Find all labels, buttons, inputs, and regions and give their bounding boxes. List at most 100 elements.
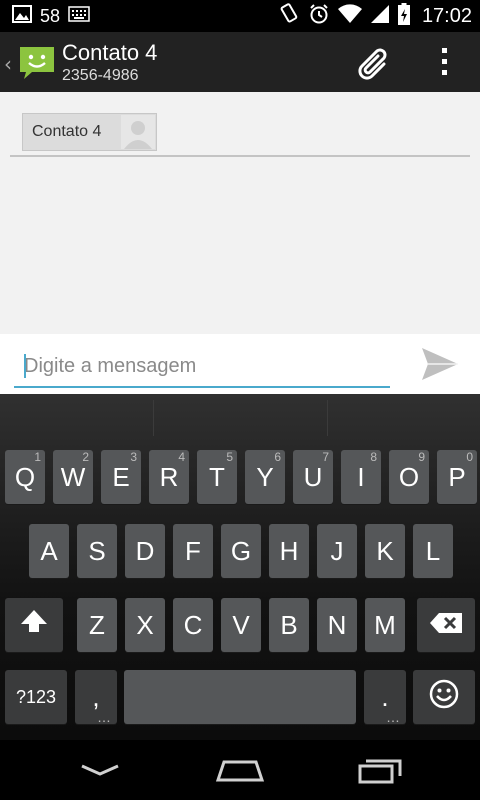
send-icon[interactable] [420, 346, 460, 382]
key-f[interactable]: F [173, 524, 213, 578]
period-key-sub: … [386, 709, 400, 725]
key-label: E [112, 461, 130, 492]
key-c[interactable]: C [173, 598, 213, 652]
conversation-title: Contato 4 [62, 40, 158, 65]
key-label: H [279, 535, 299, 566]
key-hint: 7 [322, 450, 329, 464]
suggestion-divider [153, 400, 154, 436]
contact-photo-icon [121, 115, 155, 149]
key-hint: 4 [178, 450, 185, 464]
shift-icon [19, 607, 49, 644]
key-o[interactable]: O9 [389, 450, 429, 504]
wifi-icon [337, 4, 362, 28]
nav-home-icon[interactable] [210, 754, 270, 786]
shift-key[interactable] [5, 598, 63, 652]
recipients-underline [10, 155, 470, 157]
key-b[interactable]: B [269, 598, 309, 652]
status-time: 17:02 [421, 4, 472, 27]
battery-icon [397, 3, 410, 29]
key-a[interactable]: A [29, 524, 69, 578]
key-d[interactable]: D [125, 524, 165, 578]
key-s[interactable]: S [77, 524, 117, 578]
key-hint: 5 [226, 450, 233, 464]
comma-key-label: , [92, 681, 100, 712]
symbols-key[interactable]: ?123 [5, 670, 67, 724]
up-chevron-icon[interactable]: ‹ [4, 52, 12, 76]
key-hint: 1 [34, 450, 41, 464]
recipient-chip-label: Contato 4 [32, 123, 102, 140]
action-bar: ‹ Contato 4 2356-4986 [0, 32, 480, 92]
key-label: B [280, 609, 298, 640]
key-n[interactable]: N [317, 598, 357, 652]
navigation-bar [0, 740, 480, 800]
key-label: G [230, 535, 252, 566]
conversation-phone: 2356-4986 [62, 67, 139, 84]
backspace-icon [429, 610, 463, 641]
key-hint: 0 [466, 450, 473, 464]
key-e[interactable]: E3 [101, 450, 141, 504]
key-label: D [135, 535, 155, 566]
compose-bar [0, 334, 480, 394]
key-i[interactable]: I8 [341, 450, 381, 504]
comma-key-sub: … [97, 709, 111, 725]
symbols-key-label: ?123 [15, 686, 57, 707]
key-label: I [357, 461, 365, 492]
message-input[interactable] [14, 346, 390, 388]
paperclip-icon[interactable] [354, 42, 396, 84]
overflow-menu-icon[interactable] [436, 44, 454, 80]
alarm-icon [308, 3, 330, 29]
gallery-icon [12, 5, 32, 27]
signal-icon [370, 4, 390, 28]
key-label: T [209, 461, 225, 492]
period-key[interactable]: . … [364, 670, 406, 724]
period-key-label: . [381, 681, 389, 712]
space-key[interactable] [124, 670, 356, 724]
key-label: Y [256, 461, 274, 492]
key-label: M [374, 609, 396, 640]
messaging-app-icon[interactable] [18, 44, 56, 82]
emoji-icon [428, 678, 460, 717]
key-g[interactable]: G [221, 524, 261, 578]
key-label: O [398, 461, 420, 492]
key-h[interactable]: H [269, 524, 309, 578]
key-t[interactable]: T5 [197, 450, 237, 504]
key-j[interactable]: J [317, 524, 357, 578]
key-q[interactable]: Q1 [5, 450, 45, 504]
key-hint: 2 [82, 450, 89, 464]
rotation-icon [278, 3, 300, 29]
key-label: Q [14, 461, 36, 492]
key-v[interactable]: V [221, 598, 261, 652]
key-m[interactable]: M [365, 598, 405, 652]
key-y[interactable]: Y6 [245, 450, 285, 504]
key-label: A [40, 535, 58, 566]
key-w[interactable]: W2 [53, 450, 93, 504]
recipients-area[interactable]: Contato 4 [0, 92, 480, 334]
soft-keyboard: ?123 , … . … Q1W2E3R4T5Y6U7I8O9P0ASDFGHJ… [0, 394, 480, 740]
notification-count: 58 [40, 5, 61, 26]
key-k[interactable]: K [365, 524, 405, 578]
key-hint: 8 [370, 450, 377, 464]
comma-key[interactable]: , … [75, 670, 117, 724]
key-hint: 3 [130, 450, 137, 464]
nav-recents-icon[interactable] [350, 754, 410, 786]
text-cursor [24, 354, 26, 378]
key-l[interactable]: L [413, 524, 453, 578]
key-label: P [448, 461, 466, 492]
key-label: U [303, 461, 323, 492]
suggestion-divider [327, 400, 328, 436]
key-p[interactable]: P0 [437, 450, 477, 504]
key-x[interactable]: X [125, 598, 165, 652]
key-label: C [183, 609, 203, 640]
status-bar: 58 17:02 [0, 0, 480, 32]
key-r[interactable]: R4 [149, 450, 189, 504]
key-label: S [88, 535, 106, 566]
backspace-key[interactable] [417, 598, 475, 652]
key-u[interactable]: U7 [293, 450, 333, 504]
key-label: N [327, 609, 347, 640]
key-label: X [136, 609, 154, 640]
recipient-chip[interactable]: Contato 4 [22, 113, 157, 151]
key-z[interactable]: Z [77, 598, 117, 652]
keyboard-icon [68, 6, 90, 26]
nav-back-icon[interactable] [70, 754, 130, 786]
emoji-key[interactable] [413, 670, 475, 724]
